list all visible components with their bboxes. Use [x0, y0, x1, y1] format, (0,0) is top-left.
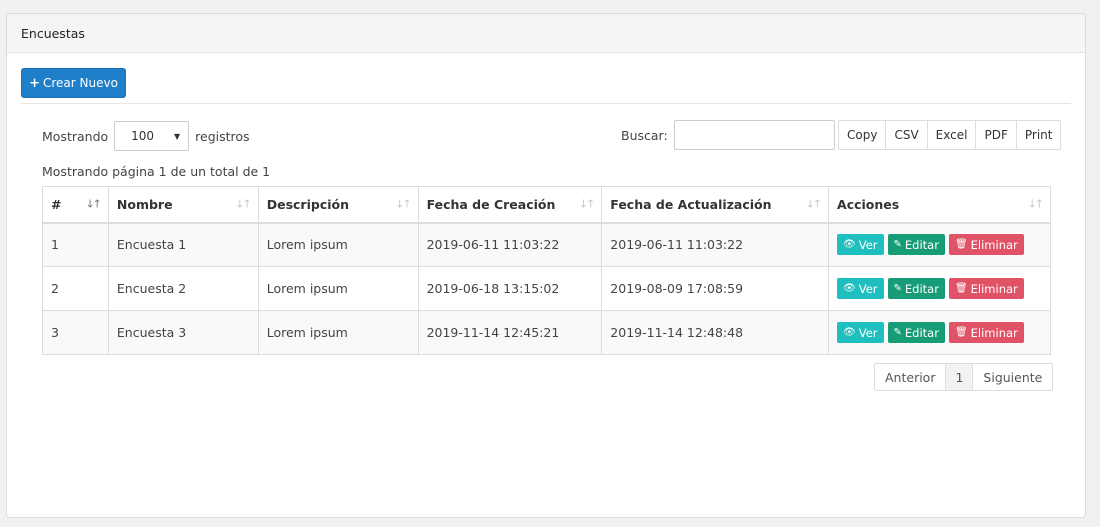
header-id[interactable]: # ↓↑ [42, 186, 109, 224]
length-prefix: Mostrando [42, 128, 109, 144]
table-row: 3 Encuesta 3 Lorem ipsum 2019-11-14 12:4… [42, 310, 1051, 355]
search-control: Buscar: [621, 120, 835, 150]
sort-icon: ↓↑ [395, 197, 412, 211]
cell-name: Encuesta 1 [107, 222, 259, 267]
cell-updated: 2019-11-14 12:48:48 [601, 310, 830, 355]
page-length-select[interactable]: 100 ▼ [114, 121, 190, 151]
plus-icon: + [29, 75, 40, 91]
pagination-next[interactable]: Siguiente [972, 363, 1054, 391]
surveys-table: # ↓↑ Nombre ↓↑ Descripción ↓↑ Fecha de Crea… [42, 186, 1051, 355]
eye-icon: 👁 [843, 283, 856, 294]
search-label: Buscar: [621, 127, 668, 143]
view-button[interactable]: 👁 Ver [837, 322, 884, 343]
cell-updated: 2019-08-09 17:08:59 [601, 266, 830, 311]
surveys-panel: Encuestas + Crear Nuevo Mostrando 100 ▼ … [6, 13, 1086, 518]
cell-created: 2019-06-11 11:03:22 [417, 222, 603, 267]
edit-icon: ✎ [893, 327, 902, 338]
cell-actions: 👁 Ver ✎ Editar 🗑 Eliminar [828, 222, 1051, 267]
table-row: 1 Encuesta 1 Lorem ipsum 2019-06-11 11:0… [42, 222, 1051, 267]
excel-button[interactable]: Excel [926, 120, 977, 150]
trash-icon: 🗑 [954, 327, 968, 338]
cell-id: 2 [42, 266, 109, 311]
cell-created: 2019-06-18 13:15:02 [417, 266, 603, 311]
edit-button[interactable]: ✎ Editar [887, 278, 945, 299]
page-length-value: 100 [131, 129, 155, 143]
cell-id: 3 [42, 310, 109, 355]
cell-description: Lorem ipsum [257, 310, 419, 355]
panel-title: Encuestas [21, 25, 85, 41]
header-name[interactable]: Nombre ↓↑ [107, 186, 259, 224]
table-row: 2 Encuesta 2 Lorem ipsum 2019-06-18 13:1… [42, 266, 1051, 311]
pagination: Anterior 1 Siguiente [874, 363, 1054, 391]
trash-icon: 🗑 [954, 239, 968, 251]
sort-icon: ↓↑ [85, 197, 102, 211]
copy-button[interactable]: Copy [838, 120, 887, 150]
cell-name: Encuesta 2 [107, 266, 259, 311]
sort-icon: ↓↑ [235, 197, 252, 211]
eye-icon: 👁 [843, 327, 856, 338]
cell-name: Encuesta 3 [107, 310, 259, 355]
export-buttons: Copy CSV Excel PDF Print [838, 120, 1062, 150]
pagination-previous[interactable]: Anterior [874, 363, 947, 391]
search-input[interactable] [673, 120, 835, 150]
header-description[interactable]: Descripción ↓↑ [257, 186, 419, 224]
print-button[interactable]: Print [1015, 120, 1062, 150]
table-header-row: # ↓↑ Nombre ↓↑ Descripción ↓↑ Fecha de Crea… [42, 186, 1051, 224]
sort-icon: ↓↑ [805, 197, 823, 211]
length-suffix: registros [195, 128, 250, 144]
eye-icon: 👁 [843, 239, 856, 251]
header-created[interactable]: Fecha de Creación ↓↑ [417, 186, 603, 224]
sort-icon: ↓↑ [1027, 197, 1045, 211]
trash-icon: 🗑 [954, 283, 968, 294]
table-info: Mostrando página 1 de un total de 1 [42, 164, 271, 179]
cell-description: Lorem ipsum [257, 222, 419, 267]
create-new-label: Crear Nuevo [42, 76, 118, 90]
edit-icon: ✎ [893, 239, 902, 251]
caret-down-icon: ▼ [174, 131, 181, 141]
view-button[interactable]: 👁 Ver [837, 278, 884, 299]
pagination-page-1[interactable]: 1 [945, 363, 974, 391]
delete-button[interactable]: 🗑 Eliminar [948, 278, 1024, 299]
header-updated[interactable]: Fecha de Actualización ↓↑ [601, 186, 830, 224]
create-new-button[interactable]: + Crear Nuevo [21, 68, 126, 98]
delete-button[interactable]: 🗑 Eliminar [948, 322, 1024, 343]
header-actions[interactable]: Acciones ↓↑ [828, 186, 1051, 224]
cell-actions: 👁 Ver ✎ Editar 🗑 Eliminar [828, 310, 1051, 355]
cell-updated: 2019-06-11 11:03:22 [601, 222, 830, 267]
toolbar: + Crear Nuevo [21, 68, 1071, 104]
csv-button[interactable]: CSV [885, 120, 928, 150]
edit-button[interactable]: ✎ Editar [887, 322, 945, 343]
sort-icon: ↓↑ [578, 197, 596, 211]
cell-created: 2019-11-14 12:45:21 [417, 310, 603, 355]
view-button[interactable]: 👁 Ver [837, 234, 884, 256]
pdf-button[interactable]: PDF [975, 120, 1017, 150]
panel-heading: Encuestas [7, 14, 1085, 53]
cell-id: 1 [42, 222, 109, 267]
edit-button[interactable]: ✎ Editar [887, 234, 945, 256]
delete-button[interactable]: 🗑 Eliminar [948, 234, 1024, 256]
page-length-control: Mostrando 100 ▼ registros [42, 121, 250, 151]
cell-description: Lorem ipsum [257, 266, 419, 311]
edit-icon: ✎ [893, 283, 902, 294]
cell-actions: 👁 Ver ✎ Editar 🗑 Eliminar [828, 266, 1051, 311]
